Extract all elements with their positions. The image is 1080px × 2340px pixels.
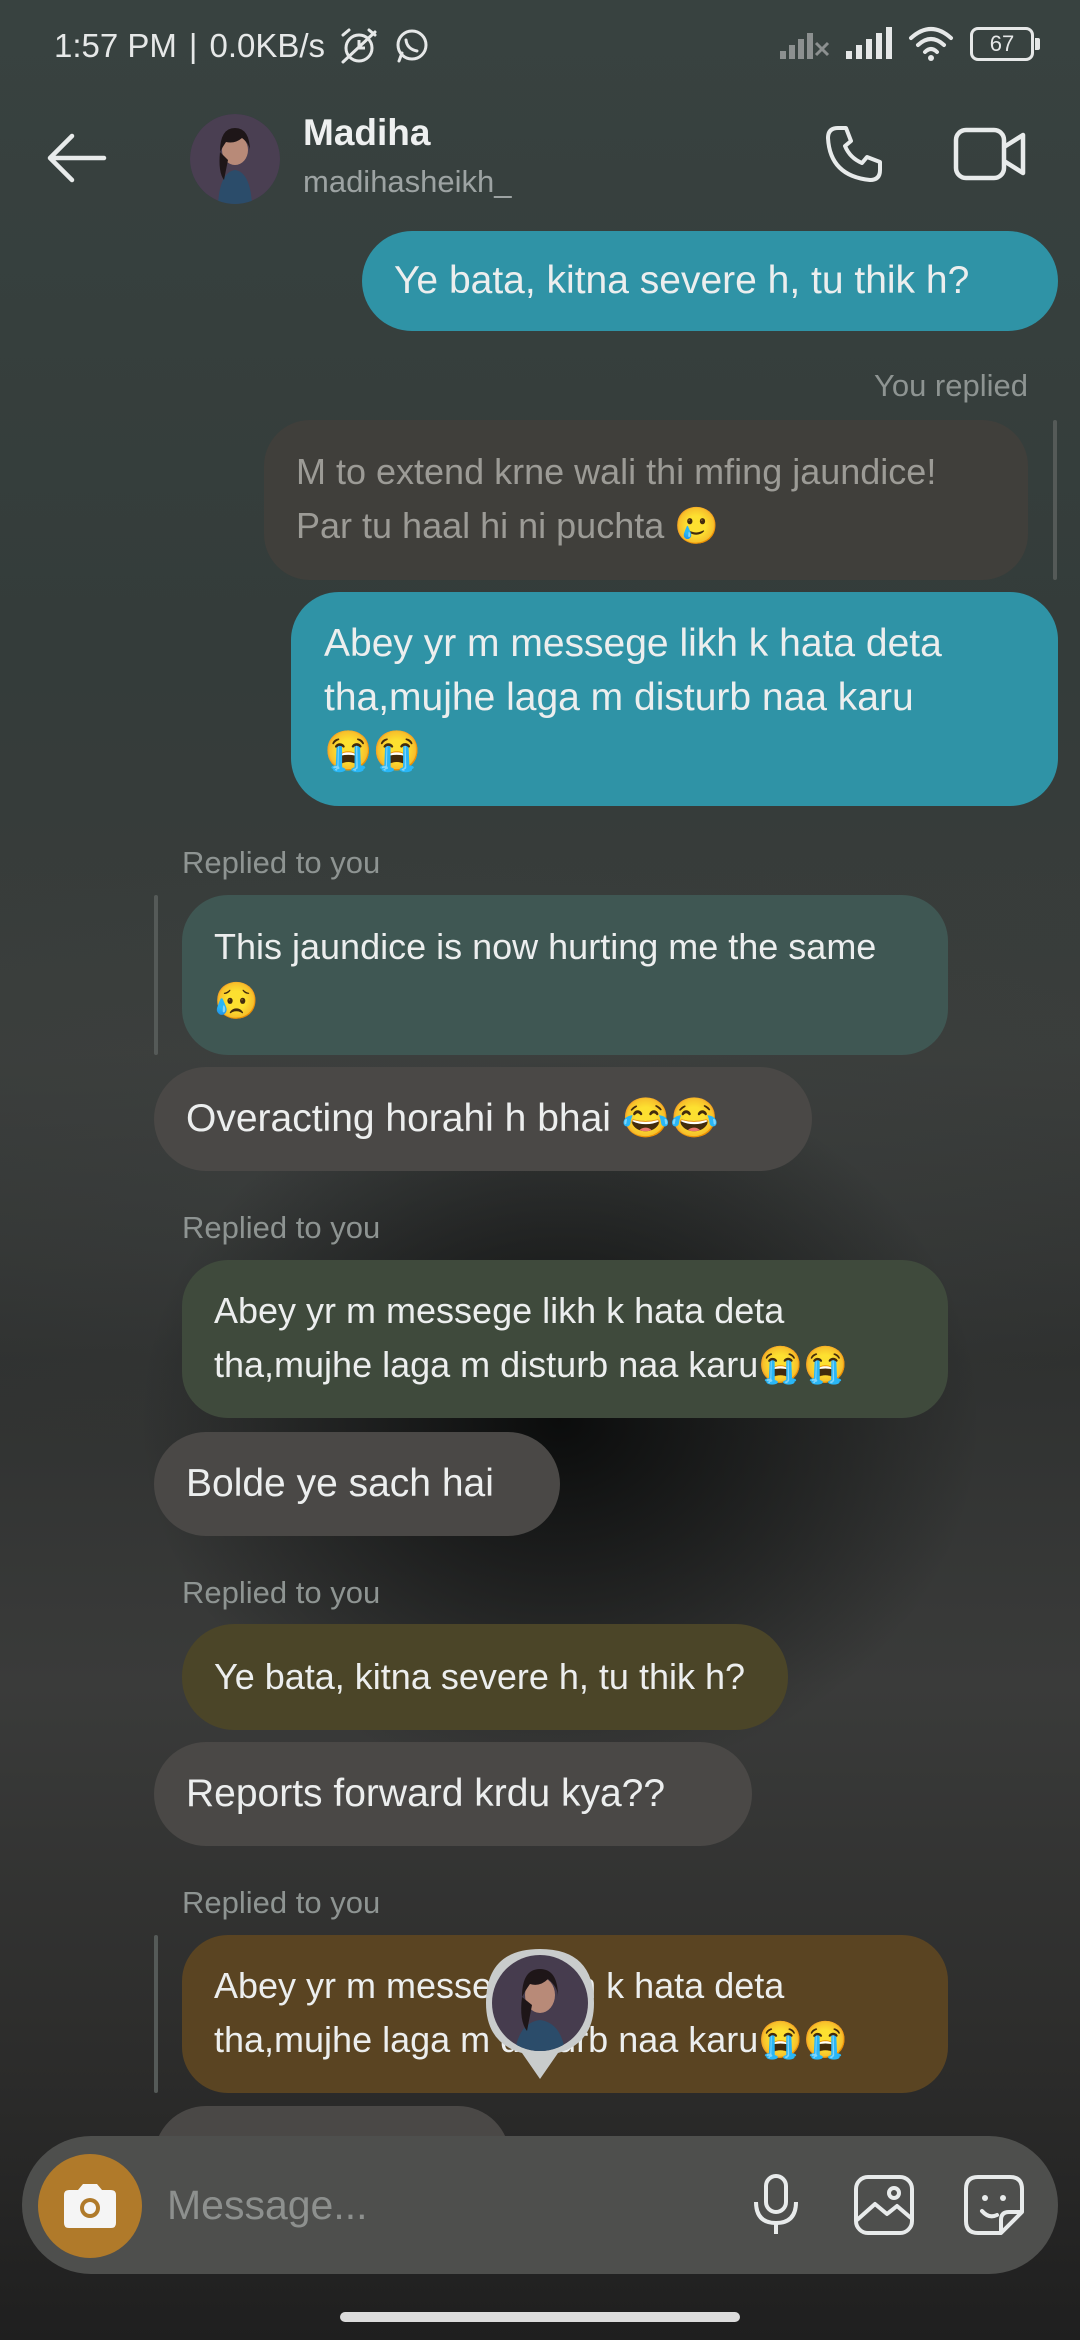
quoted-message[interactable]: Ye bata, kitna severe h, tu thik h? — [182, 1624, 788, 1730]
status-left: 1:57 PM | 0.0KB/s — [54, 26, 431, 66]
message-input[interactable] — [167, 2170, 727, 2240]
reply-indicator-bar — [1053, 420, 1057, 580]
video-call-button[interactable] — [950, 118, 1030, 190]
back-button[interactable] — [40, 122, 112, 194]
battery-icon: 67 — [970, 27, 1040, 61]
reply-indicator-bar — [154, 1935, 158, 2093]
received-message[interactable]: Bolde ye sach hai — [154, 1432, 560, 1536]
signal-icon — [846, 27, 892, 59]
camera-icon — [64, 2184, 116, 2228]
sent-message[interactable]: Abey yr m messege likh k hata deta tha,m… — [291, 592, 1058, 806]
reply-meta: Replied to you — [182, 1885, 381, 1920]
message-composer — [22, 2136, 1058, 2274]
status-separator: | — [188, 27, 198, 64]
profile-photo — [190, 114, 280, 204]
voice-message-button[interactable] — [740, 2169, 812, 2241]
chat-head-avatar — [486, 1949, 594, 2079]
gallery-icon — [854, 2175, 914, 2235]
reply-meta: Replied to you — [182, 1210, 381, 1245]
status-time: 1:57 PM — [54, 27, 177, 64]
chat-head-bubble[interactable] — [482, 1945, 598, 2080]
video-camera-icon — [953, 127, 1026, 181]
voice-call-button[interactable] — [818, 118, 890, 190]
status-speed: 0.0KB/s — [209, 27, 326, 64]
wifi-icon — [909, 27, 953, 61]
gallery-button[interactable] — [848, 2169, 920, 2241]
received-message[interactable]: Overacting horahi h bhai 😂😂 — [154, 1067, 812, 1171]
status-right: 67 — [780, 26, 1040, 62]
contact-handle[interactable]: madihasheikh_ — [303, 164, 512, 200]
received-message[interactable]: Reports forward krdu kya?? — [154, 1742, 752, 1846]
quoted-message[interactable]: M to extend krne wali thi mfing jaundice… — [264, 420, 1028, 580]
battery-level: 67 — [989, 31, 1015, 56]
quoted-message[interactable]: This jaundice is now hurting me the same… — [182, 895, 948, 1055]
reply-indicator-bar — [154, 895, 158, 1055]
signal-icon — [780, 33, 830, 59]
home-indicator[interactable] — [340, 2312, 740, 2322]
microphone-icon — [754, 2174, 798, 2234]
back-arrow-icon — [47, 133, 107, 183]
sticker-icon — [964, 2175, 1024, 2235]
chat-header: Madiha madihasheikh_ — [0, 96, 1080, 228]
sent-message[interactable]: Ye bata, kitna severe h, tu thik h? — [362, 231, 1058, 331]
avatar[interactable] — [190, 114, 280, 204]
reply-meta: You replied — [874, 368, 1028, 403]
silent-alarm-icon — [341, 28, 377, 64]
quoted-message[interactable]: Abey yr m messege likh k hata deta tha,m… — [182, 1260, 948, 1418]
sticker-button[interactable] — [958, 2169, 1030, 2241]
contact-name[interactable]: Madiha — [303, 112, 430, 154]
reply-meta: Replied to you — [182, 1575, 381, 1610]
reply-meta: Replied to you — [182, 845, 381, 880]
whatsapp-icon — [396, 29, 428, 63]
status-bar: 1:57 PM | 0.0KB/s 67 — [0, 0, 1080, 96]
camera-button[interactable] — [38, 2154, 142, 2258]
phone-icon — [826, 126, 882, 182]
